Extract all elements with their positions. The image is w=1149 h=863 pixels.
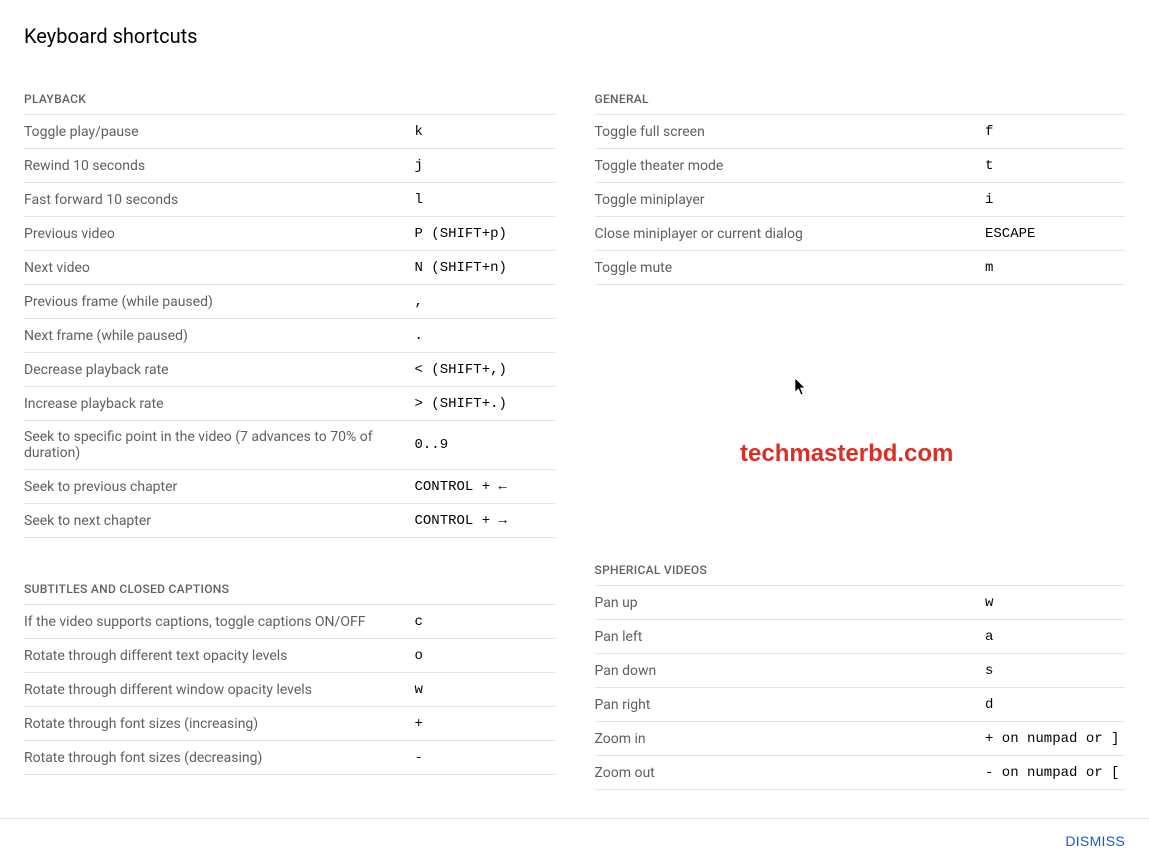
- section-header: SPHERICAL VIDEOS: [595, 563, 1126, 586]
- shortcut-row: Pan downs: [595, 654, 1126, 688]
- shortcut-description: Seek to next chapter: [24, 513, 415, 529]
- shortcut-key: l: [415, 192, 555, 208]
- shortcut-row: Zoom out- on numpad or [: [595, 756, 1126, 790]
- shortcut-key: s: [985, 663, 1125, 679]
- shortcut-description: Rotate through different text opacity le…: [24, 648, 415, 664]
- shortcut-key: N (SHIFT+n): [415, 260, 555, 276]
- shortcut-row: Close miniplayer or current dialogESCAPE: [595, 217, 1126, 251]
- shortcut-row: Rotate through font sizes (decreasing)-: [24, 741, 555, 775]
- shortcut-description: Pan up: [595, 595, 986, 611]
- shortcut-description: Rotate through font sizes (increasing): [24, 716, 415, 732]
- keyboard-shortcuts-dialog: Keyboard shortcuts PLAYBACKToggle play/p…: [0, 0, 1149, 834]
- shortcut-description: Toggle full screen: [595, 124, 986, 140]
- shortcut-key: a: [985, 629, 1125, 645]
- shortcut-section: SPHERICAL VIDEOSPan upwPan leftaPan down…: [595, 563, 1126, 790]
- left-column: PLAYBACKToggle play/pausekRewind 10 seco…: [24, 92, 555, 834]
- dialog-action-bar: DISMISS: [0, 818, 1149, 863]
- shortcut-description: Rewind 10 seconds: [24, 158, 415, 174]
- section-header: SUBTITLES AND CLOSED CAPTIONS: [24, 582, 555, 605]
- shortcut-row: Pan upw: [595, 586, 1126, 620]
- shortcut-key: d: [985, 697, 1125, 713]
- shortcut-description: Rotate through different window opacity …: [24, 682, 415, 698]
- shortcut-row: Seek to specific point in the video (7 a…: [24, 421, 555, 470]
- shortcut-key: + on numpad or ]: [985, 731, 1125, 747]
- dialog-title: Keyboard shortcuts: [24, 24, 1125, 48]
- right-column: GENERALToggle full screenfToggle theater…: [595, 92, 1126, 834]
- shortcut-description: Pan right: [595, 697, 986, 713]
- shortcut-row: Previous videoP (SHIFT+p): [24, 217, 555, 251]
- shortcut-row: Toggle theater modet: [595, 149, 1126, 183]
- shortcut-row: Toggle play/pausek: [24, 115, 555, 149]
- shortcut-description: Pan left: [595, 629, 986, 645]
- shortcut-description: Previous frame (while paused): [24, 294, 415, 310]
- shortcut-key: m: [985, 260, 1125, 276]
- shortcut-key: t: [985, 158, 1125, 174]
- shortcut-key: < (SHIFT+,): [415, 362, 555, 378]
- shortcut-row: Next videoN (SHIFT+n): [24, 251, 555, 285]
- shortcut-row: Pan lefta: [595, 620, 1126, 654]
- shortcut-row: Rotate through different text opacity le…: [24, 639, 555, 673]
- shortcut-key: CONTROL + ←: [415, 479, 555, 495]
- shortcut-description: Toggle mute: [595, 260, 986, 276]
- shortcut-key: k: [415, 124, 555, 140]
- shortcut-row: Increase playback rate> (SHIFT+.): [24, 387, 555, 421]
- shortcut-row: Zoom in+ on numpad or ]: [595, 722, 1126, 756]
- columns: PLAYBACKToggle play/pausekRewind 10 seco…: [24, 92, 1125, 834]
- shortcut-key: - on numpad or [: [985, 765, 1125, 781]
- shortcut-key: P (SHIFT+p): [415, 226, 555, 242]
- shortcut-description: Next frame (while paused): [24, 328, 415, 344]
- shortcut-description: Next video: [24, 260, 415, 276]
- section-header: PLAYBACK: [24, 92, 555, 115]
- shortcut-row: If the video supports captions, toggle c…: [24, 605, 555, 639]
- shortcut-description: Seek to specific point in the video (7 a…: [24, 429, 415, 461]
- shortcut-key: .: [415, 328, 555, 344]
- shortcut-key: i: [985, 192, 1125, 208]
- shortcut-row: Rewind 10 secondsj: [24, 149, 555, 183]
- shortcut-row: Next frame (while paused).: [24, 319, 555, 353]
- shortcut-key: CONTROL + →: [415, 513, 555, 529]
- shortcut-row: Toggle full screenf: [595, 115, 1126, 149]
- shortcut-description: Toggle play/pause: [24, 124, 415, 140]
- shortcut-key: ESCAPE: [985, 226, 1125, 242]
- shortcut-key: 0..9: [415, 437, 555, 453]
- shortcut-description: Zoom out: [595, 765, 986, 781]
- shortcut-key: o: [415, 648, 555, 664]
- shortcut-row: Rotate through font sizes (increasing)+: [24, 707, 555, 741]
- shortcut-description: Toggle miniplayer: [595, 192, 986, 208]
- shortcut-description: Pan down: [595, 663, 986, 679]
- shortcut-row: Fast forward 10 secondsl: [24, 183, 555, 217]
- section-header: GENERAL: [595, 92, 1126, 115]
- shortcut-key: -: [415, 750, 555, 766]
- shortcut-key: ,: [415, 294, 555, 310]
- shortcut-key: f: [985, 124, 1125, 140]
- shortcut-description: Increase playback rate: [24, 396, 415, 412]
- shortcut-row: Toggle mutem: [595, 251, 1126, 285]
- shortcut-key: w: [415, 682, 555, 698]
- shortcut-row: Seek to previous chapterCONTROL + ←: [24, 470, 555, 504]
- shortcut-description: Rotate through font sizes (decreasing): [24, 750, 415, 766]
- shortcut-row: Decrease playback rate< (SHIFT+,): [24, 353, 555, 387]
- shortcut-description: Seek to previous chapter: [24, 479, 415, 495]
- shortcut-key: +: [415, 716, 555, 732]
- shortcut-row: Rotate through different window opacity …: [24, 673, 555, 707]
- shortcut-row: Previous frame (while paused),: [24, 285, 555, 319]
- shortcut-section: SUBTITLES AND CLOSED CAPTIONS If the vide…: [24, 582, 555, 775]
- shortcut-description: Toggle theater mode: [595, 158, 986, 174]
- shortcut-key: j: [415, 158, 555, 174]
- shortcut-key: c: [415, 614, 555, 630]
- shortcut-description: Previous video: [24, 226, 415, 242]
- shortcut-row: Seek to next chapterCONTROL + →: [24, 504, 555, 538]
- shortcut-key: > (SHIFT+.): [415, 396, 555, 412]
- dismiss-button[interactable]: DISMISS: [1065, 833, 1125, 849]
- shortcut-section: PLAYBACKToggle play/pausekRewind 10 seco…: [24, 92, 555, 538]
- shortcut-description: If the video supports captions, toggle c…: [24, 614, 415, 630]
- shortcut-description: Fast forward 10 seconds: [24, 192, 415, 208]
- shortcut-description: Zoom in: [595, 731, 986, 747]
- shortcut-description: Close miniplayer or current dialog: [595, 226, 986, 242]
- shortcut-key: w: [985, 595, 1125, 611]
- shortcut-description: Decrease playback rate: [24, 362, 415, 378]
- shortcut-section: GENERALToggle full screenfToggle theater…: [595, 92, 1126, 285]
- shortcut-row: Toggle miniplayeri: [595, 183, 1126, 217]
- shortcut-row: Pan rightd: [595, 688, 1126, 722]
